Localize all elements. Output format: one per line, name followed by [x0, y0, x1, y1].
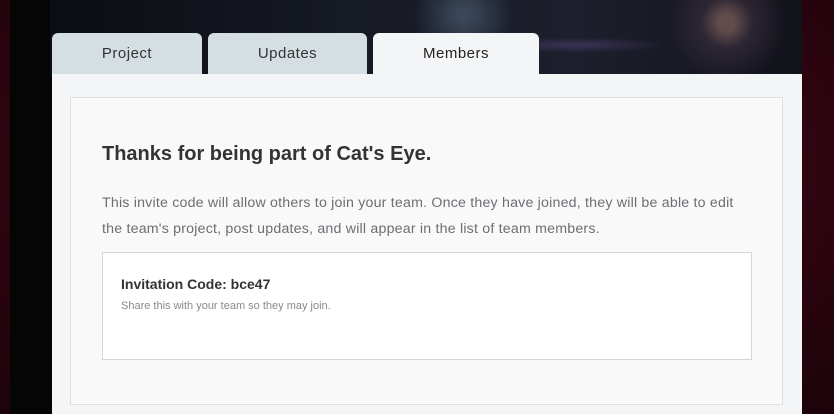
members-heading: Thanks for being part of Cat's Eye.	[102, 143, 432, 165]
tab-members[interactable]: Members	[373, 33, 539, 74]
members-description: This invite code will allow others to jo…	[102, 195, 734, 237]
invitation-code: bce47	[230, 276, 271, 292]
tab-project[interactable]: Project	[52, 33, 202, 74]
invitation-label: Invitation Code:	[121, 276, 227, 292]
invitation-title: Invitation Code: bce47	[121, 276, 270, 292]
tab-updates[interactable]: Updates	[208, 33, 367, 74]
invitation-hint: Share this with your team so they may jo…	[121, 300, 331, 312]
tab-bar: Project Updates Members	[52, 33, 539, 74]
